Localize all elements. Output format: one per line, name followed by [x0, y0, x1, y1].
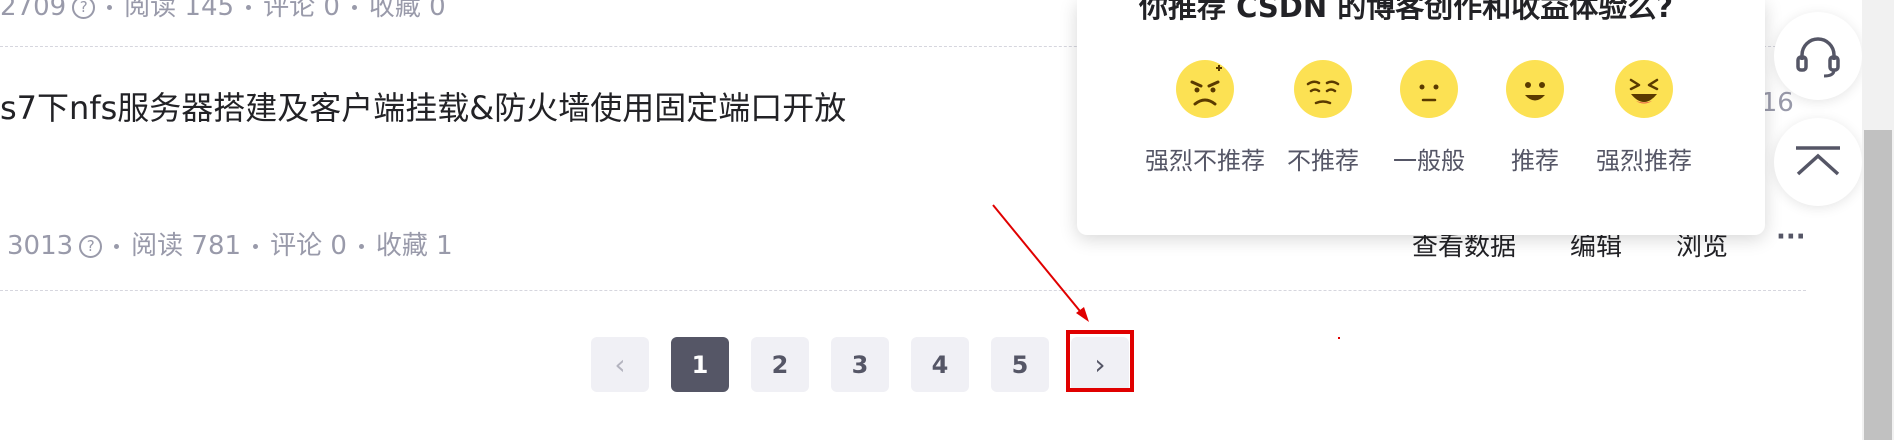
option-label-recommend[interactable]: 推荐: [1511, 141, 1559, 176]
stat-favorites: 收藏 0: [368, 0, 446, 22]
option-label-strongly-not-recommend[interactable]: 强烈不推荐: [1145, 141, 1265, 176]
red-dot: [1338, 337, 1340, 339]
worried-face-icon[interactable]: [1294, 60, 1352, 118]
grin-face-icon[interactable]: [1615, 60, 1673, 118]
list-divider: [0, 290, 1806, 291]
option-label-neutral[interactable]: 一般般: [1393, 141, 1465, 176]
page-button-2[interactable]: 2: [751, 337, 809, 392]
option-label-strongly-recommend[interactable]: 强烈推荐: [1596, 141, 1692, 176]
separator-dot: [114, 244, 120, 249]
article-stats-row: 3013? 阅读 781 评论 0 收藏 1: [7, 225, 453, 262]
article-stats-row: 2709? 阅读 145 评论 0 收藏 0: [0, 0, 446, 23]
stat-comments: 评论 0: [270, 231, 347, 261]
neutral-face-icon[interactable]: [1400, 60, 1458, 118]
scrollbar[interactable]: [1862, 0, 1894, 440]
page-button-3[interactable]: 3: [831, 337, 889, 392]
stat-comments: 评论 0: [263, 0, 340, 22]
help-icon[interactable]: ?: [72, 0, 96, 19]
highlight-box: [1066, 330, 1134, 392]
smile-face-icon[interactable]: [1506, 60, 1564, 118]
separator-dot: [351, 5, 357, 10]
option-label-not-recommend[interactable]: 不推荐: [1287, 141, 1359, 176]
stat-count: 2709: [0, 0, 67, 22]
back-to-top-button[interactable]: [1774, 118, 1862, 206]
scrollbar-thumb[interactable]: [1864, 130, 1892, 440]
customer-service-button[interactable]: [1774, 12, 1862, 100]
article-title-link[interactable]: s7下nfs服务器搭建及客户端挂载&防火墙使用固定端口开放: [0, 83, 846, 129]
page-button-5[interactable]: 5: [991, 337, 1049, 392]
prev-page-button[interactable]: ‹: [591, 337, 649, 392]
angry-face-icon[interactable]: [1176, 60, 1234, 118]
stat-count: 3013: [7, 231, 74, 261]
separator-dot: [107, 5, 113, 10]
survey-title: 你推荐 CSDN 的博客创作和收益体验么?: [1139, 0, 1674, 24]
survey-popup: 你推荐 CSDN 的博客创作和收益体验么? 强烈不推荐 不推荐 一般般 推荐 强…: [1077, 0, 1765, 235]
stat-favorites: 收藏 1: [375, 231, 453, 261]
page-button-1[interactable]: 1: [671, 337, 729, 392]
stat-read: 阅读 781: [131, 231, 242, 261]
stat-read: 阅读 145: [124, 0, 235, 22]
separator-dot: [358, 244, 364, 249]
more-icon[interactable]: ···: [1776, 222, 1806, 252]
back-to-top-icon: [1796, 146, 1840, 176]
separator-dot: [253, 244, 259, 249]
page-button-4[interactable]: 4: [911, 337, 969, 392]
separator-dot: [246, 5, 252, 10]
headset-icon: [1796, 37, 1840, 78]
help-icon[interactable]: ?: [79, 235, 103, 258]
